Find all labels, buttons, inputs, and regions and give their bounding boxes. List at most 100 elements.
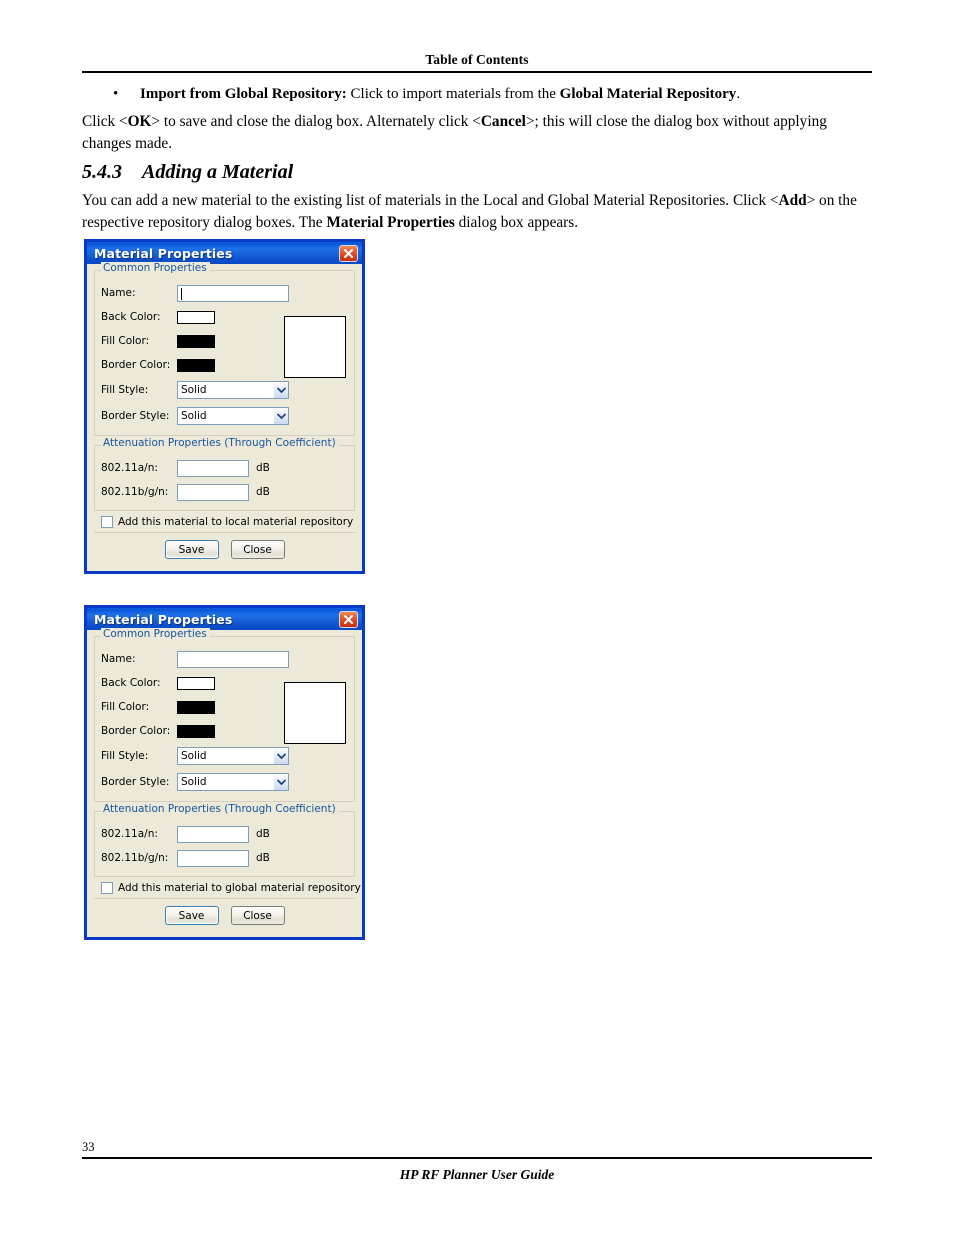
att-a-n-input[interactable]: [177, 459, 249, 477]
name-label: Name:: [101, 653, 136, 665]
back-color-swatch[interactable]: [177, 310, 215, 324]
section-number: 5.4.3: [82, 161, 122, 183]
para2-part1: You can add a new material to the existi…: [82, 192, 779, 209]
para2-bold-add: Add: [778, 192, 807, 209]
attenuation-fields: 802.11a/n: dB 802.11b/g/n: dB: [101, 811, 348, 870]
page-footer: 33 HP RF Planner User Guide: [82, 1140, 872, 1183]
close-icon[interactable]: [339, 244, 358, 262]
attenuation-properties-legend: Attenuation Properties (Through Coeffici…: [101, 437, 339, 450]
att-b-g-n-row: 802.11b/g/n: dB: [101, 480, 348, 504]
add-to-repository-checkbox[interactable]: [101, 882, 113, 894]
text-caret-icon: [181, 287, 182, 300]
fill-style-select[interactable]: Solid: [177, 747, 289, 765]
fill-color-label: Fill Color:: [101, 701, 150, 713]
dialog-button-bar: Save Close: [94, 533, 355, 566]
att-a-n-unit: dB: [256, 462, 270, 474]
border-style-select[interactable]: Solid: [177, 407, 289, 425]
para1-bold-cancel: Cancel: [480, 113, 526, 130]
att-b-g-n-label: 802.11b/g/n:: [101, 486, 169, 498]
material-properties-dialog-global: Material Properties Common Properties Na…: [84, 605, 365, 940]
back-color-label: Back Color:: [101, 311, 161, 323]
attenuation-fields: 802.11a/n: dB 802.11b/g/n: dB: [101, 445, 348, 504]
paragraph-ok-cancel: Click <OK> to save and close the dialog …: [82, 111, 872, 155]
chevron-down-icon[interactable]: [273, 382, 288, 398]
name-label: Name:: [101, 287, 136, 299]
bullet-item-text: Import from Global Repository: Click to …: [140, 84, 872, 104]
border-style-label: Border Style:: [101, 776, 170, 788]
save-button[interactable]: Save: [164, 906, 219, 925]
att-b-g-n-input[interactable]: [177, 483, 249, 501]
common-properties-legend: Common Properties: [101, 262, 210, 275]
close-button[interactable]: Close: [230, 540, 285, 559]
header-divider: [82, 71, 872, 73]
fill-style-value: Solid: [181, 384, 207, 396]
fill-style-row: Fill Style: Solid: [101, 743, 348, 769]
add-to-repository-row[interactable]: Add this material to global material rep…: [94, 877, 361, 898]
fill-style-row: Fill Style: Solid: [101, 377, 348, 403]
border-style-value: Solid: [181, 776, 207, 788]
footer-divider: [82, 1157, 872, 1159]
chevron-down-icon[interactable]: [273, 408, 288, 424]
dialog-title: Material Properties: [94, 245, 233, 261]
fill-style-label: Fill Style:: [101, 384, 149, 396]
para1-bold-ok: OK: [127, 113, 152, 130]
att-a-n-input[interactable]: [177, 825, 249, 843]
att-a-n-row: 802.11a/n: dB: [101, 822, 348, 846]
border-style-row: Border Style: Solid: [101, 769, 348, 795]
back-color-swatch[interactable]: [177, 676, 215, 690]
name-input[interactable]: [177, 284, 289, 302]
add-to-repository-label: Add this material to local material repo…: [118, 516, 354, 528]
name-row: Name:: [101, 281, 348, 305]
para1-part2: > to save and close the dialog box. Alte…: [151, 113, 481, 130]
att-b-g-n-row: 802.11b/g/n: dB: [101, 846, 348, 870]
dialog-button-bar: Save Close: [94, 899, 355, 932]
bullet-term: Import from Global Repository:: [140, 86, 347, 102]
header-title: Table of Contents: [425, 52, 529, 67]
color-preview-box: [284, 316, 346, 378]
name-input[interactable]: [177, 650, 289, 668]
bullet-marker-icon: •: [113, 86, 119, 102]
border-color-swatch[interactable]: [177, 724, 215, 738]
common-properties-group: Common Properties Name: Back Color: Fill…: [94, 262, 355, 436]
border-style-select[interactable]: Solid: [177, 773, 289, 791]
fill-color-swatch[interactable]: [177, 334, 215, 348]
att-a-n-row: 802.11a/n: dB: [101, 456, 348, 480]
name-row: Name:: [101, 647, 348, 671]
document-page: Table of Contents • Import from Global R…: [0, 0, 954, 1235]
fill-style-value: Solid: [181, 750, 207, 762]
para2-bold-matprops: Material Properties: [326, 214, 455, 231]
attenuation-properties-group: Attenuation Properties (Through Coeffici…: [94, 437, 355, 511]
common-properties-group: Common Properties Name: Back Color: Fill…: [94, 628, 355, 802]
dialog-titlebar[interactable]: Material Properties: [87, 605, 362, 630]
footer-guide-title: HP RF Planner User Guide: [399, 1167, 555, 1182]
att-b-g-n-unit: dB: [256, 852, 270, 864]
bullet-rest-1: Click to import materials from the: [346, 86, 560, 102]
chevron-down-icon[interactable]: [273, 748, 288, 764]
border-style-label: Border Style:: [101, 410, 170, 422]
close-icon[interactable]: [339, 610, 358, 628]
fill-color-swatch[interactable]: [177, 700, 215, 714]
border-color-swatch[interactable]: [177, 358, 215, 372]
save-button[interactable]: Save: [164, 540, 219, 559]
dialog-titlebar[interactable]: Material Properties: [87, 239, 362, 264]
section-title: Adding a Material: [142, 161, 294, 183]
bullet-list-item: • Import from Global Repository: Click t…: [82, 84, 872, 104]
att-a-n-unit: dB: [256, 828, 270, 840]
att-a-n-label: 802.11a/n:: [101, 462, 158, 474]
paragraph-adding-material: You can add a new material to the existi…: [82, 190, 872, 234]
para2-part3: dialog box appears.: [454, 214, 579, 231]
dialog-body: Common Properties Name: Back Color: Fill…: [87, 262, 362, 571]
fill-style-select[interactable]: Solid: [177, 381, 289, 399]
add-to-repository-row[interactable]: Add this material to local material repo…: [94, 511, 355, 532]
att-a-n-label: 802.11a/n:: [101, 828, 158, 840]
back-color-label: Back Color:: [101, 677, 161, 689]
att-b-g-n-input[interactable]: [177, 849, 249, 867]
fill-color-label: Fill Color:: [101, 335, 150, 347]
chevron-down-icon[interactable]: [273, 774, 288, 790]
para1-part1: Click <: [82, 113, 128, 130]
add-to-repository-checkbox[interactable]: [101, 516, 113, 528]
close-button[interactable]: Close: [230, 906, 285, 925]
dialog-title: Material Properties: [94, 611, 233, 627]
bullet-term-2: Global Material Repository: [559, 86, 737, 102]
attenuation-properties-legend: Attenuation Properties (Through Coeffici…: [101, 803, 339, 816]
